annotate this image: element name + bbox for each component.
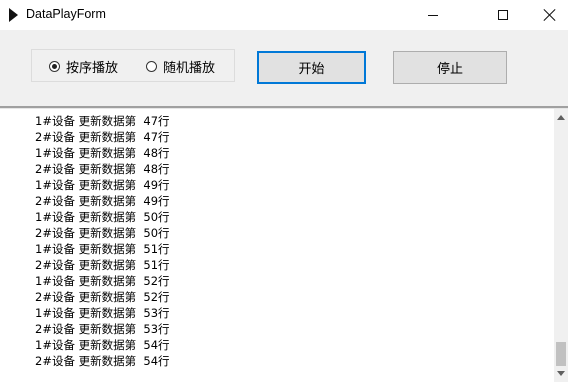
minimize-button[interactable] [410,0,456,30]
close-icon [544,9,556,21]
window-title: DataPlayForm [26,7,106,21]
radio-sequential-label[interactable]: 按序播放 [66,57,118,76]
log-line: 1#设备 更新数据第 49行 [35,178,170,192]
log-line: 2#设备 更新数据第 52行 [35,290,170,304]
play-mode-group: 按序播放 随机播放 [31,49,235,82]
vertical-scrollbar[interactable] [554,109,568,382]
radio-unchecked-icon[interactable] [146,60,157,72]
log-line: 2#设备 更新数据第 49行 [35,194,170,208]
log-line: 1#设备 更新数据第 50行 [35,210,170,224]
log-line: 2#设备 更新数据第 54行 [35,354,170,368]
maximize-button[interactable] [480,0,526,30]
start-button[interactable]: 开始 [257,51,366,84]
log-line: 2#设备 更新数据第 48行 [35,162,170,176]
log-line: 1#设备 更新数据第 48行 [35,146,170,160]
radio-random-label[interactable]: 随机播放 [163,57,215,76]
close-button[interactable] [527,0,568,30]
play-triangle-icon [9,8,18,22]
radio-checked-icon[interactable] [49,60,60,72]
log-line: 2#设备 更新数据第 53行 [35,322,170,336]
log-line: 2#设备 更新数据第 50行 [35,226,170,240]
log-line: 2#设备 更新数据第 51行 [35,258,170,272]
minimize-icon [428,14,438,16]
maximize-icon [498,10,508,20]
control-panel: 按序播放 随机播放 开始 停止 [0,30,568,106]
stop-button[interactable]: 停止 [393,51,507,84]
log-line: 1#设备 更新数据第 51行 [35,242,170,256]
log-textbox[interactable]: 1#设备 更新数据第 47行 2#设备 更新数据第 47行 1#设备 更新数据第 4… [0,109,554,382]
log-line: 1#设备 更新数据第 52行 [35,274,170,288]
scroll-thumb[interactable] [556,342,566,366]
title-bar: DataPlayForm [0,0,568,30]
log-line: 2#设备 更新数据第 47行 [35,130,170,144]
log-line: 1#设备 更新数据第 53行 [35,306,170,320]
scroll-down-icon[interactable] [557,371,565,376]
radio-random[interactable]: 随机播放 [146,57,215,76]
log-line: 1#设备 更新数据第 54行 [35,338,170,352]
scroll-up-icon[interactable] [557,115,565,120]
radio-sequential[interactable]: 按序播放 [49,57,118,76]
log-line: 1#设备 更新数据第 47行 [35,114,170,128]
